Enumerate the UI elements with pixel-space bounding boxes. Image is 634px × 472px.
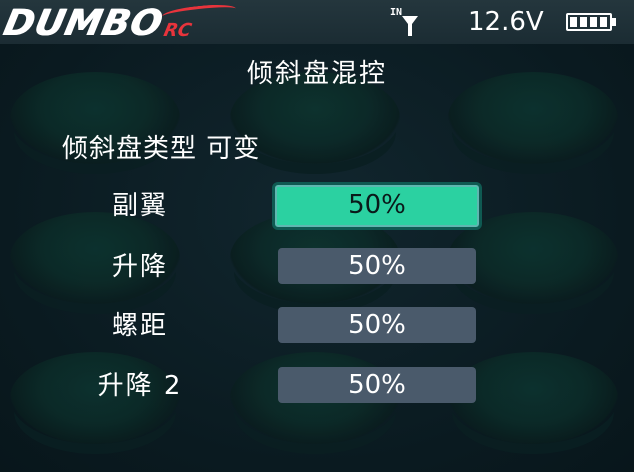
row-label-pitch: 螺距: [111, 311, 168, 341]
page-title: 倾斜盘混控: [246, 59, 387, 89]
status-bar: DUMBO RC IN 12.6V: [0, 0, 634, 44]
row-label-elevator: 升降: [111, 252, 168, 282]
pitch-value-field[interactable]: 50%: [278, 307, 476, 343]
logo-suffix: RC: [161, 20, 194, 41]
row-label-elevator-2: 升降 2: [97, 371, 183, 401]
swash-type-setting[interactable]: 倾斜盘类型 可变: [62, 132, 260, 166]
elevator-value-field[interactable]: 50%: [278, 248, 476, 284]
logo-text: DUMBO: [0, 3, 167, 44]
antenna-signal-icon: IN: [390, 8, 424, 38]
swash-type-label: 倾斜盘类型: [62, 134, 198, 164]
swash-type-value[interactable]: 可变: [206, 134, 260, 164]
battery-icon: [566, 13, 622, 31]
battery-voltage: 12.6V: [468, 7, 544, 37]
row-label-aileron: 副翼: [111, 191, 168, 221]
elevator-2-value-field[interactable]: 50%: [278, 367, 476, 403]
aileron-value-field[interactable]: 50%: [272, 182, 482, 230]
